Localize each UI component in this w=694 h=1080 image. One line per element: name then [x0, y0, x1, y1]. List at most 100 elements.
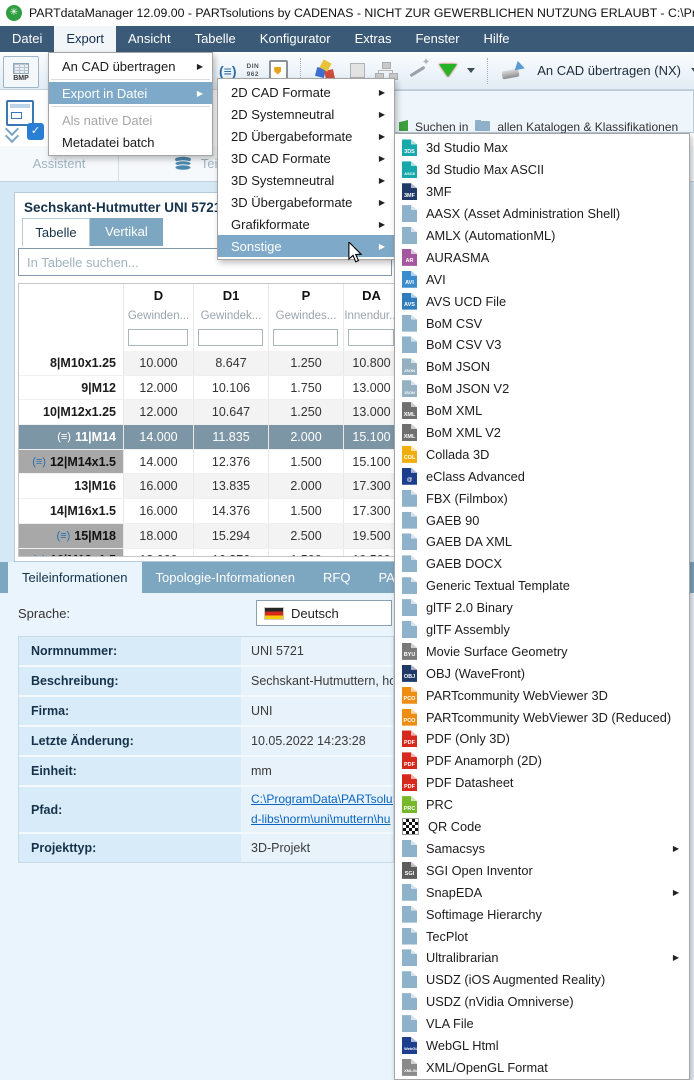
format-menu-item[interactable]: AVI AVI	[395, 268, 689, 290]
column-header-da[interactable]: DA	[343, 284, 397, 306]
table-filter-input[interactable]	[348, 329, 394, 346]
submenu-item-2d-cad-formate[interactable]: 2D CAD Formate ▶	[218, 81, 394, 103]
format-menu-item[interactable]: JSON BoM JSON V2	[395, 378, 689, 400]
table-view-icon[interactable]: (≡)	[219, 63, 237, 79]
tab-vertikal[interactable]: Vertikal	[90, 218, 163, 246]
menu-item-metadatei-batch[interactable]: Metadatei batch	[49, 131, 212, 153]
format-menu-item[interactable]: AMLX (AutomationML)	[395, 225, 689, 247]
column-header-d1[interactable]: D1	[193, 284, 268, 306]
submenu-item-2d-übergabeformate[interactable]: 2D Übergabeformate ▶	[218, 125, 394, 147]
screw-cad-icon[interactable]	[501, 61, 527, 81]
search-in-label: Suchen in	[415, 120, 469, 133]
format-menu-item[interactable]: 3MF 3MF	[395, 181, 689, 203]
format-menu-item[interactable]: PDF PDF Anamorph (2D)	[395, 750, 689, 772]
menubar-item-hilfe[interactable]: Hilfe	[472, 26, 522, 52]
format-menu-item[interactable]: BoM CSV V3	[395, 334, 689, 356]
submenu-item-grafikformate[interactable]: Grafikformate ▶	[218, 213, 394, 235]
info-tab-rfq[interactable]: RFQ	[309, 562, 364, 593]
submenu-item-3d-übergabeformate[interactable]: 3D Übergabeformate ▶	[218, 191, 394, 213]
info-tab-topologie-informationen[interactable]: Topologie-Informationen	[142, 562, 309, 593]
format-menu-item[interactable]: PCO PARTcommunity WebViewer 3D (Reduced)	[395, 706, 689, 728]
table-row[interactable]: 9|M12 12.000 10.106 1.750 13.000	[19, 375, 397, 401]
format-menu-item[interactable]: glTF Assembly	[395, 619, 689, 641]
dropdown-caret-icon[interactable]	[467, 68, 476, 73]
format-menu-item[interactable]: GAEB DOCX	[395, 553, 689, 575]
column-header-d[interactable]: D	[123, 284, 193, 306]
menubar-item-konfigurator[interactable]: Konfigurator	[248, 26, 343, 52]
table-row[interactable]: 8|M10x1.25 10.000 8.647 1.250 10.800	[19, 351, 397, 376]
table-filter-input[interactable]	[273, 329, 338, 346]
magic-wand-icon[interactable]	[407, 57, 430, 81]
format-menu-item[interactable]: ASCII 3d Studio Max ASCII	[395, 159, 689, 181]
menubar-item-export[interactable]: Export	[54, 26, 116, 52]
menu-item-export-in-datei[interactable]: Export in Datei ▶	[49, 82, 212, 104]
format-menu-item[interactable]: BYU Movie Surface Geometry	[395, 640, 689, 662]
path-link[interactable]: C:\ProgramData\PARTsolutio d-libs\norm\un…	[251, 790, 393, 828]
format-menu-item[interactable]: AVS AVS UCD File	[395, 290, 689, 312]
format-menu-item[interactable]: QR Code	[395, 816, 689, 838]
table-row[interactable]: (≡) 11|M14 14.000 11.835 2.000 15.100	[19, 425, 397, 450]
table-filter-input[interactable]	[198, 329, 263, 346]
format-menu-item[interactable]: glTF 2.0 Binary	[395, 597, 689, 619]
bmp-export-button[interactable]: BMP	[3, 56, 39, 88]
an-cad-uebertragen-button[interactable]: An CAD übertragen (NX)	[537, 63, 681, 78]
submenu-item-3d-systemneutral[interactable]: 3D Systemneutral ▶	[218, 169, 394, 191]
format-menu-item[interactable]: Softimage Hierarchy	[395, 903, 689, 925]
format-menu-item[interactable]: PCO PARTcommunity WebViewer 3D	[395, 684, 689, 706]
table-row[interactable]: 14|M16x1.5 16.000 14.376 1.500 17.300	[19, 499, 397, 524]
table-row[interactable]: 10|M12x1.25 12.000 10.647 1.250 13.000	[19, 400, 397, 426]
format-menu-item[interactable]: JSON BoM JSON	[395, 356, 689, 378]
tab-tabelle[interactable]: Tabelle	[22, 218, 90, 246]
format-menu-item[interactable]: PDF PDF (Only 3D)	[395, 728, 689, 750]
format-menu-item[interactable]: Samacsys ▶	[395, 838, 689, 860]
menu-item-an-cad-übertragen[interactable]: An CAD übertragen ▶	[49, 55, 212, 77]
green-triangle-icon[interactable]	[439, 64, 458, 77]
format-menu-item[interactable]: 3DS 3d Studio Max	[395, 137, 689, 159]
column-header-p[interactable]: P	[268, 284, 343, 306]
format-menu-item[interactable]: SGI SGI Open Inventor	[395, 859, 689, 881]
format-menu-item[interactable]: @ eClass Advanced	[395, 465, 689, 487]
format-menu-item[interactable]: OBJ OBJ (WaveFront)	[395, 662, 689, 684]
language-dropdown[interactable]: Deutsch	[256, 600, 392, 626]
table-row[interactable]: (≡) 12|M14x1.5 14.000 12.376 1.500 15.100	[19, 449, 397, 475]
format-menu-item[interactable]: PRC PRC	[395, 794, 689, 816]
table-filter-input[interactable]	[128, 329, 188, 346]
menubar-item-extras[interactable]: Extras	[343, 26, 404, 52]
format-menu-item[interactable]: SnapEDA ▶	[395, 881, 689, 903]
format-menu-item[interactable]: USDZ (nVidia Omniverse)	[395, 991, 689, 1013]
submenu-item-sonstige[interactable]: Sonstige ▶	[218, 235, 394, 257]
format-menu-item[interactable]: AR AURASMA	[395, 246, 689, 268]
format-menu-item[interactable]: BoM CSV	[395, 312, 689, 334]
format-menu-item[interactable]: GAEB 90	[395, 509, 689, 531]
collapse-double-chevron-icon[interactable]	[4, 121, 21, 144]
format-menu-item[interactable]: XML BoM XML V2	[395, 422, 689, 444]
format-menu-item[interactable]: WebGL WebGL Html	[395, 1035, 689, 1057]
filter-checkbox[interactable]: ✓	[27, 123, 44, 140]
file-format-icon	[402, 533, 417, 551]
submenu-item-2d-systemneutral[interactable]: 2D Systemneutral ▶	[218, 103, 394, 125]
format-menu-item[interactable]: XML BoM XML	[395, 400, 689, 422]
menubar-item-tabelle[interactable]: Tabelle	[183, 26, 248, 52]
format-menu-item[interactable]: Generic Textual Template	[395, 575, 689, 597]
format-menu-item[interactable]: VLA File	[395, 1013, 689, 1035]
format-menu-item[interactable]: COL Collada 3D	[395, 443, 689, 465]
format-menu-item[interactable]: GAEB DA XML	[395, 531, 689, 553]
format-menu-item[interactable]: XMLGL XML/OpenGL Format	[395, 1056, 689, 1078]
menubar-item-datei[interactable]: Datei	[0, 26, 54, 52]
info-tab-teileinformationen[interactable]: Teileinformationen	[8, 562, 142, 593]
format-menu-item[interactable]: AASX (Asset Administration Shell)	[395, 203, 689, 225]
table-row[interactable]: (≡) 15|M18 18.000 15.294 2.500 19.500	[19, 523, 397, 549]
menubar-item-ansicht[interactable]: Ansicht	[116, 26, 183, 52]
format-menu-item[interactable]: FBX (Filmbox)	[395, 487, 689, 509]
menubar-item-fenster[interactable]: Fenster	[403, 26, 471, 52]
table-row[interactable]: 13|M16 16.000 13.835 2.000 17.300	[19, 474, 397, 500]
format-menu-item[interactable]: Ultralibrarian ▶	[395, 947, 689, 969]
format-menu-item[interactable]: TecPlot	[395, 925, 689, 947]
din-962-icon[interactable]: DIN 962	[247, 63, 260, 78]
cell-value: 11.835	[193, 425, 268, 449]
submenu-item-3d-cad-formate[interactable]: 3D CAD Formate ▶	[218, 147, 394, 169]
search-in-scope[interactable]: allen Katalogen & Klassifikationen	[497, 120, 678, 133]
format-menu-item[interactable]: USDZ (iOS Augmented Reality)	[395, 969, 689, 991]
table-row[interactable]: (≡) 16|M18x1.5 18.00016.3761.50019.500	[19, 548, 397, 556]
format-menu-item[interactable]: PDF PDF Datasheet	[395, 772, 689, 794]
